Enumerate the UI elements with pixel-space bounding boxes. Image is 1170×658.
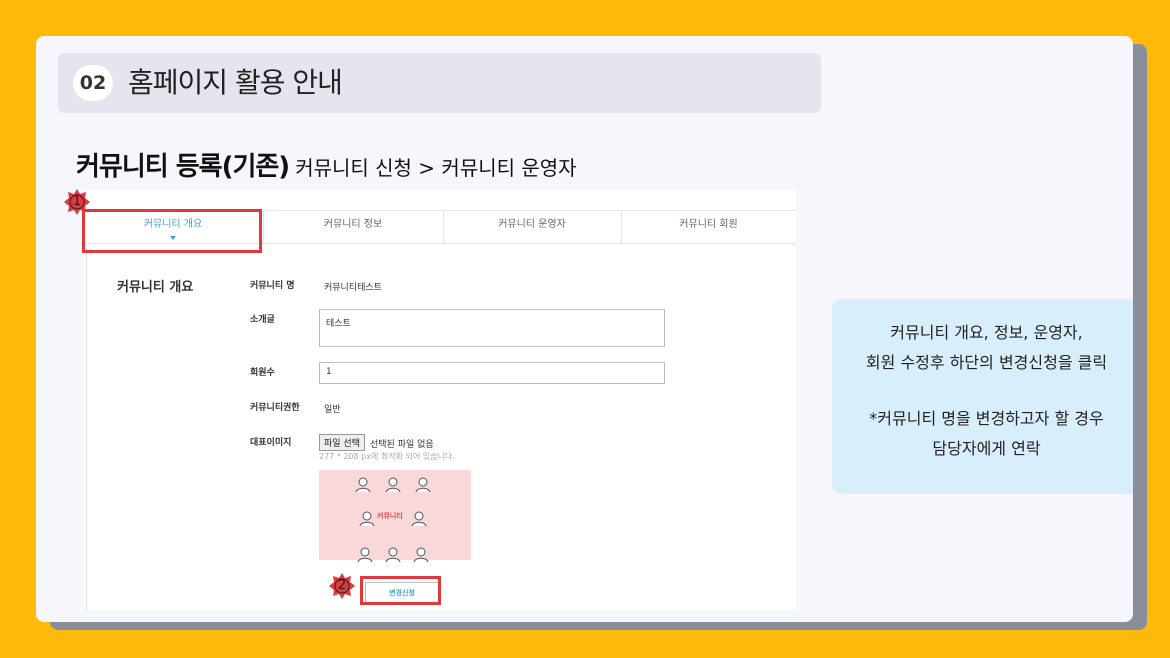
section-heading: 커뮤니티 등록(기존) 커뮤니티 신청 > 커뮤니티 운영자	[76, 146, 577, 183]
step-marker-2: 2	[329, 573, 355, 599]
tab-community-members[interactable]: 커뮤니티 회원	[621, 211, 796, 243]
file-status: 선택된 파일 없음	[370, 440, 434, 450]
field-label-name: 커뮤니티 명	[250, 281, 295, 291]
person-icon	[355, 477, 371, 492]
slide-card: 02 홈페이지 활용 안내 커뮤니티 등록(기존) 커뮤니티 신청 > 커뮤니티 …	[36, 36, 1133, 622]
field-label-permission: 커뮤니티권한	[250, 403, 300, 413]
members-input[interactable]: 1	[319, 362, 665, 384]
representative-image-preview: 커뮤니티	[319, 470, 471, 562]
tab-label: 커뮤니티 운영자	[498, 219, 566, 230]
step-number: 1	[72, 194, 82, 209]
field-value-permission: 일반	[324, 405, 341, 415]
embedded-screenshot: 커뮤니티 개요 커뮤니티 정보 커뮤니티 운영자 커뮤니티 회원 커뮤니티 개요…	[83, 190, 796, 610]
tab-label: 커뮤니티 정보	[323, 219, 383, 230]
step-number: 2	[337, 578, 347, 593]
field-label-members: 회원수	[250, 368, 275, 378]
content-border	[86, 246, 87, 610]
person-icon	[415, 477, 431, 492]
info-box: 커뮤니티 개요, 정보, 운영자, 회원 수정후 하단의 변경신청을 클릭 *커…	[832, 299, 1133, 494]
info-line: 회원 수정후 하단의 변경신청을 클릭	[865, 353, 1108, 372]
tab-community-info[interactable]: 커뮤니티 정보	[263, 211, 444, 243]
file-size-hint: 277 * 208 px에 최적화 되어 있습니다.	[319, 452, 455, 461]
field-value-name: 커뮤니티테스트	[324, 283, 382, 293]
file-select-button[interactable]: 파일 선택	[319, 434, 365, 451]
info-line: 커뮤니티 개요, 정보, 운영자,	[890, 323, 1083, 342]
highlight-box-tab	[82, 209, 262, 253]
heading-breadcrumb: 커뮤니티 신청 > 커뮤니티 운영자	[295, 156, 577, 180]
section-number-badge: 02	[73, 65, 113, 101]
field-label-intro: 소개글	[250, 315, 275, 325]
heading-main: 커뮤니티 등록(기존)	[76, 152, 290, 182]
person-icon	[385, 477, 401, 492]
person-icon	[411, 511, 427, 526]
person-icon	[359, 511, 375, 526]
person-icon	[413, 547, 429, 562]
intro-textarea[interactable]: 테스트	[319, 309, 665, 347]
tab-label: 커뮤니티 회원	[679, 219, 738, 230]
tab-community-operator[interactable]: 커뮤니티 운영자	[443, 211, 622, 243]
page-title: 홈페이지 활용 안내	[128, 66, 343, 99]
person-icon	[357, 547, 373, 562]
info-note: 담당자에게 연락	[932, 439, 1041, 458]
step-marker-1: 1	[64, 189, 90, 215]
field-label-image: 대표이미지	[250, 438, 292, 448]
highlight-box-button	[360, 576, 441, 605]
section-label: 커뮤니티 개요	[117, 280, 194, 295]
info-note: *커뮤니티 명을 변경하고자 할 경우	[869, 409, 1104, 428]
title-bar: 02 홈페이지 활용 안내	[58, 53, 821, 113]
preview-caption: 커뮤니티	[377, 512, 403, 520]
person-icon	[385, 547, 401, 562]
